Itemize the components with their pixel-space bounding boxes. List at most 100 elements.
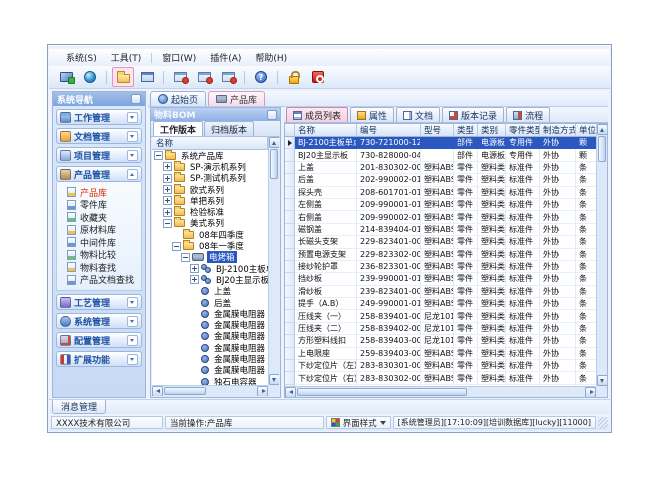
tree-node[interactable]: 金属膜电阻器	[152, 319, 268, 330]
tab-version-history[interactable]: 版本记录	[442, 107, 504, 122]
expand-icon[interactable]	[190, 275, 199, 284]
tree-node[interactable]: 检验标准	[152, 206, 268, 217]
table-row[interactable]: 预置电源支架229-823302-00I塑料ABS零件塑料类标准件外协条	[285, 249, 596, 261]
column-header-8[interactable]: 单位	[576, 124, 596, 137]
table-row[interactable]: 下纱定位片（右）283-830302-00I塑料ABS零件塑料类标准件外协条	[285, 372, 596, 384]
table-row[interactable]: 右侧盖209-990002-01I塑料ABS零件塑料类标准件外协条	[285, 211, 596, 223]
sidebar-section-product[interactable]: 产品管理	[56, 166, 142, 182]
sidebar-item-product-lib[interactable]: 产品库	[64, 186, 141, 199]
tab-attributes[interactable]: 属性	[350, 107, 394, 122]
table-row[interactable]: 方形塑料线扣258-839403-00I尼龙1010零件塑料类标准件外协条	[285, 335, 596, 347]
scroll-left-icon[interactable]	[152, 386, 163, 396]
close-other-windows-button[interactable]	[217, 67, 239, 87]
tree-node[interactable]: BJ20主显示板	[152, 274, 268, 285]
tree-column-header[interactable]: 名称	[152, 137, 268, 150]
scrollbar-thumb[interactable]	[164, 387, 206, 395]
tree-node[interactable]: 欧式系列	[152, 184, 268, 195]
expand-icon[interactable]	[163, 162, 172, 171]
message-management-tab[interactable]: 消息管理	[52, 400, 106, 414]
table-row[interactable]: 上盖201-830302-00I塑料ABS零件塑料类标准件外协条	[285, 162, 596, 174]
scroll-up-icon[interactable]	[269, 137, 279, 148]
tree-node[interactable]: 系统产品库	[152, 150, 268, 161]
scroll-down-icon[interactable]	[597, 375, 608, 386]
grid-horizontal-scrollbar[interactable]	[285, 386, 596, 397]
tree-node[interactable]: 后盖	[152, 297, 268, 308]
menu-item-window[interactable]: 窗口(W)	[155, 49, 203, 66]
close-all-windows-button[interactable]	[193, 67, 215, 87]
sidebar-options-button[interactable]	[131, 94, 141, 104]
collapse-icon[interactable]	[172, 242, 181, 251]
scrollbar-thumb[interactable]	[270, 149, 278, 179]
column-header-1[interactable]: 名称	[295, 124, 357, 137]
sidebar-item-material-compare[interactable]: 物料比较	[64, 249, 141, 262]
tree-node[interactable]: 金属膜电阻器	[152, 342, 268, 353]
menu-item-help[interactable]: 帮助(H)	[248, 49, 294, 66]
sidebar-section-project[interactable]: 项目管理	[56, 147, 142, 163]
menu-item-tools[interactable]: 工具(T)	[104, 49, 149, 66]
window-table-button[interactable]	[136, 67, 158, 87]
chevron-up-icon[interactable]	[127, 169, 138, 180]
tab-product-lib[interactable]: 产品库	[208, 91, 265, 106]
scroll-right-icon[interactable]	[257, 386, 268, 396]
sidebar-item-intermediate-lib[interactable]: 中间件库	[64, 236, 141, 249]
sidebar-item-favorites[interactable]: 收藏夹	[64, 211, 141, 224]
table-row[interactable]: BJ-2100主板单点730-721000-12I部件电源板专用件外协颗	[285, 137, 596, 149]
sidebar-section-craft[interactable]: 工艺管理	[56, 294, 142, 310]
exit-button[interactable]	[307, 67, 329, 87]
sidebar-item-material-search[interactable]: 物料查找	[64, 261, 141, 274]
table-row[interactable]: 探头壳208-601701-01I塑料ABS零件塑料类标准件外协条	[285, 187, 596, 199]
chevron-down-icon[interactable]	[127, 297, 138, 308]
sidebar-section-config[interactable]: 配置管理	[56, 332, 142, 348]
chevron-down-icon[interactable]	[127, 316, 138, 327]
tab-members[interactable]: 成员列表	[286, 107, 348, 122]
chevron-down-icon[interactable]	[127, 131, 138, 142]
close-window-button[interactable]	[169, 67, 191, 87]
tree-node[interactable]: 电烤箱	[152, 252, 268, 263]
sidebar-section-system[interactable]: 系统管理	[56, 313, 142, 329]
tree-horizontal-scrollbar[interactable]	[152, 385, 268, 396]
sidebar-item-product-doc-search[interactable]: 产品文档查找	[64, 274, 141, 287]
chevron-down-icon[interactable]	[127, 112, 138, 123]
sidebar-item-part-lib[interactable]: 零件库	[64, 199, 141, 212]
collapse-icon[interactable]	[181, 253, 190, 262]
menu-item-system[interactable]: 系统(S)	[59, 49, 104, 66]
lock-button[interactable]	[283, 67, 305, 87]
tab-documents[interactable]: 文档	[396, 107, 440, 122]
tree-node[interactable]: 美式系列	[152, 218, 268, 229]
tree-node[interactable]: 08年四季度	[152, 229, 268, 240]
table-row[interactable]: 接纱轮护罩236-823301-00I塑料ABS零件塑料类标准件外协条	[285, 261, 596, 273]
ui-style-button[interactable]: 界面样式	[326, 416, 391, 429]
column-header-7[interactable]: 制造方式	[540, 124, 576, 137]
tree-node[interactable]: 金属膜电阻器	[152, 365, 268, 376]
globe-button[interactable]	[79, 67, 101, 87]
expand-icon[interactable]	[163, 196, 172, 205]
tree-node[interactable]: SP-演示机系列	[152, 161, 268, 172]
expand-icon[interactable]	[190, 264, 199, 273]
table-row[interactable]: BJ20主显示板730-828000-04I部件电源板专用件外协颗	[285, 149, 596, 161]
table-row[interactable]: 磁钢盖214-839404-01I塑料ABS零件塑料类标准件外协条	[285, 224, 596, 236]
column-header-6[interactable]: 零件类型	[506, 124, 540, 137]
help-button[interactable]	[250, 67, 272, 87]
resize-grip[interactable]	[598, 417, 608, 429]
scrollbar-thumb[interactable]	[297, 388, 467, 396]
tab-workflow[interactable]: 流程	[506, 107, 550, 122]
table-row[interactable]: 压线夹（二）258-839402-00I尼龙1010零件塑料类标准件外协条	[285, 323, 596, 335]
tab-working-version[interactable]: 工作版本	[153, 121, 203, 136]
table-row[interactable]: 上电限座259-839403-00I塑料ABS零件塑料类标准件外协条	[285, 348, 596, 360]
grid-vertical-scrollbar[interactable]	[596, 124, 607, 386]
expand-icon[interactable]	[163, 208, 172, 217]
tree-node[interactable]: BJ-2100主板单点	[152, 263, 268, 274]
chevron-down-icon[interactable]	[127, 354, 138, 365]
sidebar-section-extension[interactable]: 扩展功能	[56, 351, 142, 367]
table-row[interactable]: 下纱定位片（左）283-830301-00I塑料ABS零件塑料类标准件外协条	[285, 360, 596, 372]
scroll-left-icon[interactable]	[285, 387, 296, 398]
column-header-3[interactable]: 型号	[421, 124, 454, 137]
collapse-icon[interactable]	[163, 219, 172, 228]
table-row[interactable]: 挡纱板239-990001-01I塑料ABS零件塑料类标准件外协条	[285, 273, 596, 285]
table-row[interactable]: 滑纱板239-823401-00I塑料ABS零件塑料类标准件外协条	[285, 286, 596, 298]
bom-panel-options-button[interactable]	[267, 110, 277, 120]
column-header-5[interactable]: 类别	[478, 124, 506, 137]
chevron-down-icon[interactable]	[127, 150, 138, 161]
tree-vertical-scrollbar[interactable]	[268, 137, 279, 385]
chevron-down-icon[interactable]	[127, 335, 138, 346]
